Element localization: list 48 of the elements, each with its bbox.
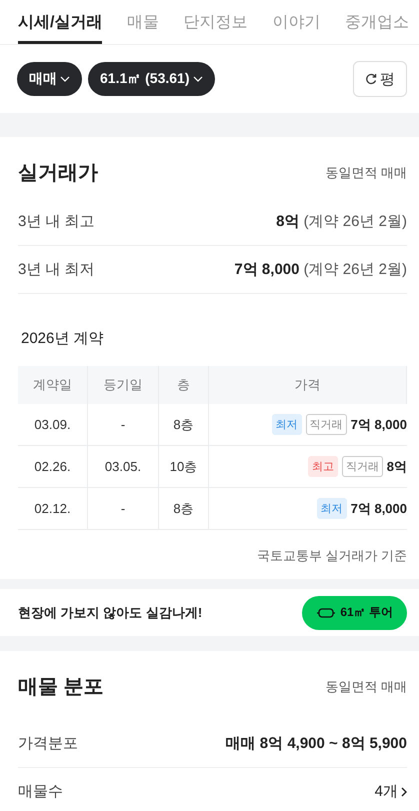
chevron-right-icon	[401, 786, 407, 796]
vr-headset-icon	[316, 606, 336, 618]
unit-toggle-button[interactable]: 평	[353, 61, 407, 97]
summary-price: 8억	[276, 213, 300, 230]
row-value: 매매 8억 4,900 ~ 8억 5,900	[226, 734, 407, 753]
summary-label: 3년 내 최저	[18, 260, 95, 279]
chevron-down-icon	[192, 76, 202, 82]
summary-label: 3년 내 최고	[18, 212, 95, 231]
price-tag: 직거래	[342, 456, 383, 477]
table-cell: 02.12.	[18, 488, 88, 530]
section-subtitle: 동일면적 매매	[325, 164, 407, 182]
table-cell: 03.09.	[18, 404, 88, 446]
summary-note: (계약 26년 2월)	[304, 261, 407, 278]
table-cell: 03.05.	[88, 446, 159, 488]
table-cell: 10층	[159, 446, 209, 488]
table-cell: 02.26.	[18, 446, 88, 488]
source-note: 국토교통부 실거래가 기준	[256, 548, 407, 563]
table-cell: -	[88, 488, 159, 530]
refresh-icon	[365, 73, 377, 85]
column-header: 층	[159, 366, 209, 404]
column-header: 계약일	[18, 366, 88, 404]
price-tag: 최저	[316, 498, 347, 519]
filter-dropdown[interactable]: 61.1㎡ (53.61)	[88, 62, 214, 96]
table-cell: 8층	[159, 488, 209, 530]
year-heading: 2026년 계약	[20, 329, 105, 349]
section-subtitle: 동일면적 매매	[325, 678, 407, 696]
tour-button[interactable]: 61㎡ 투어	[302, 596, 407, 630]
filter-dropdown[interactable]: 매매	[17, 62, 82, 96]
table-cell: -	[88, 404, 159, 446]
price-tag: 직거래	[306, 414, 347, 435]
tab[interactable]: 시세/실거래	[18, 0, 102, 44]
chevron-down-icon	[60, 76, 70, 82]
column-header: 가격	[209, 366, 407, 404]
section-title: 실거래가	[18, 161, 98, 186]
summary-note: (계약 26년 2월)	[304, 213, 407, 230]
price-tag: 최고	[308, 456, 338, 477]
price: 8억	[386, 458, 407, 476]
price: 7억 8,000	[350, 416, 407, 434]
summary-price: 7억 8,000	[234, 261, 300, 278]
section-title: 매물 분포	[18, 675, 104, 700]
banner-text: 현장에 가보지 않아도 실감나게!	[18, 604, 202, 622]
price: 7억 8,000	[350, 500, 407, 518]
row-label: 매물수	[18, 782, 63, 801]
price-tag: 최저	[272, 414, 302, 435]
table-cell: 8층	[159, 404, 209, 446]
listing-count-link[interactable]: 4개	[374, 782, 407, 801]
column-header: 등기일	[88, 366, 159, 404]
row-label: 가격분포	[18, 734, 78, 753]
